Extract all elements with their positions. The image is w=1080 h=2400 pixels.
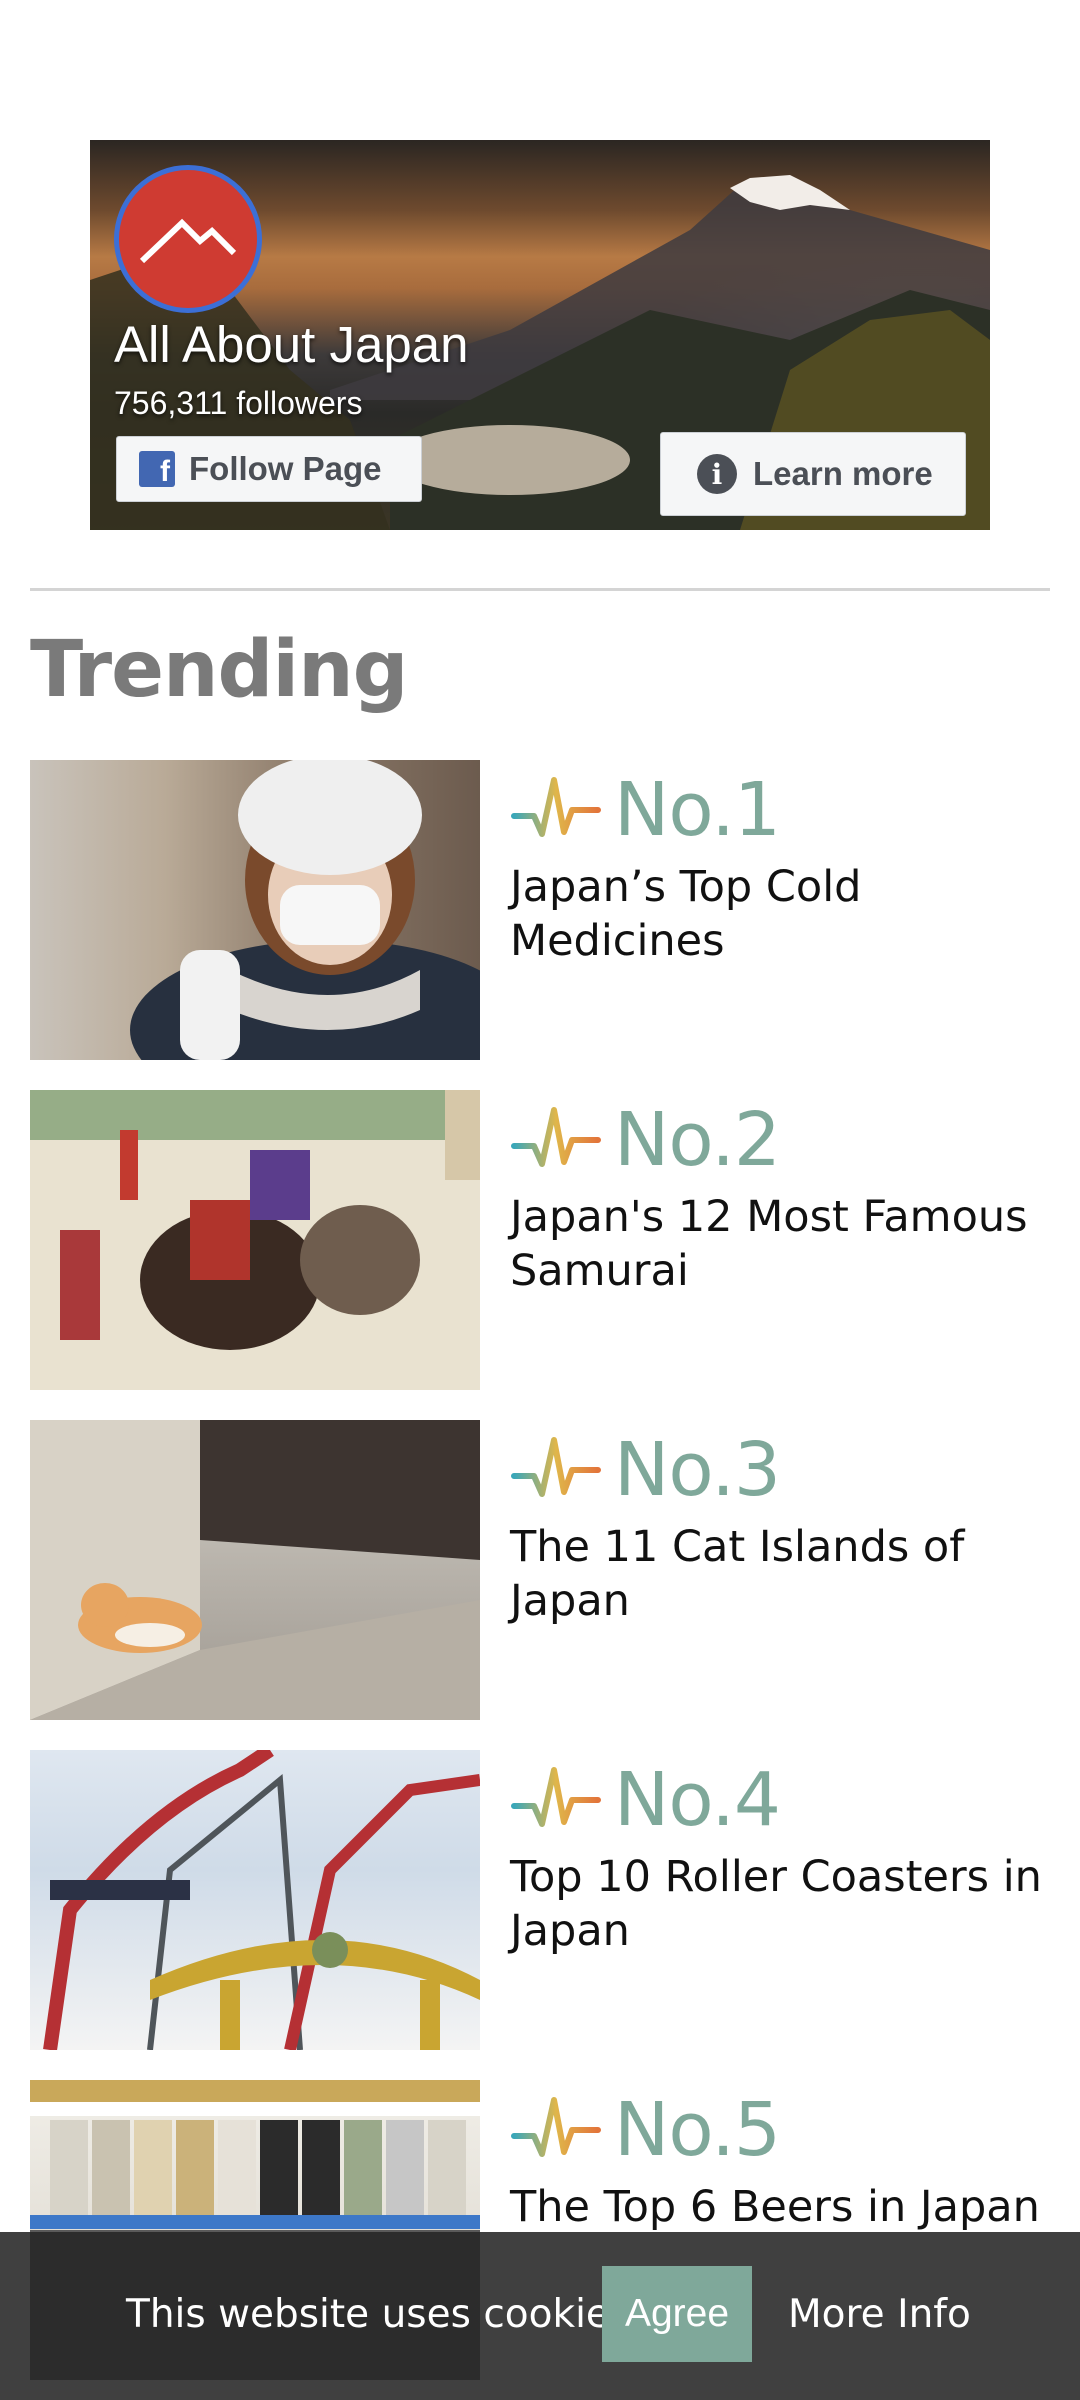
mountain-logo-icon	[139, 218, 237, 264]
facebook-f-icon: f	[139, 451, 175, 487]
trending-pulse-icon	[511, 2097, 601, 2157]
rank-badge: No.4	[510, 1752, 781, 1848]
article-title-link[interactable]: The 11 Cat Islands of Japan	[510, 1520, 1050, 1628]
trending-pulse-icon	[511, 1107, 601, 1167]
rank-badge: No.3	[510, 1422, 781, 1518]
rank-number: No.2	[614, 1097, 781, 1183]
more-info-link[interactable]: More Info	[788, 2292, 971, 2337]
follow-page-button[interactable]: f Follow Page	[116, 436, 422, 502]
trending-item[interactable]: No.3 The 11 Cat Islands of Japan	[30, 1420, 1050, 1720]
trending-pulse-icon	[511, 1437, 601, 1497]
rank-badge: No.2	[510, 1092, 781, 1188]
article-title-link[interactable]: Top 10 Roller Coasters in Japan	[510, 1850, 1050, 1958]
rank-badge: No.1	[510, 762, 781, 858]
facebook-page-widget[interactable]: All About Japan 756,311 followers f Foll…	[90, 140, 990, 530]
info-icon: i	[697, 454, 737, 494]
facebook-page-name[interactable]: All About Japan	[114, 315, 468, 374]
cookie-message: This website uses cookies.	[126, 2292, 643, 2337]
rank-number: No.1	[614, 767, 781, 853]
samurai-thumbnail[interactable]	[30, 1090, 480, 1390]
rank-number: No.3	[614, 1427, 781, 1513]
rank-number: No.4	[614, 1757, 781, 1843]
rank-badge: No.5	[510, 2082, 781, 2178]
trending-item[interactable]: No.2 Japan's 12 Most Famous Samurai	[30, 1090, 1050, 1390]
learn-more-label: Learn more	[753, 455, 933, 492]
trending-item[interactable]: No.1 Japan’s Top Cold Medicines	[30, 760, 1050, 1060]
cookie-consent-bar: This website uses cookies. Agree More In…	[0, 2232, 1080, 2400]
cat-islands-thumbnail[interactable]	[30, 1420, 480, 1720]
trending-heading: Trending	[30, 625, 408, 715]
cold-medicine-thumbnail[interactable]	[30, 760, 480, 1060]
follow-page-label: Follow Page	[189, 450, 382, 487]
article-title-link[interactable]: The Top 6 Beers in Japan	[510, 2180, 1050, 2234]
article-title-link[interactable]: Japan’s Top Cold Medicines	[510, 860, 1050, 968]
roller-coaster-thumbnail[interactable]	[30, 1750, 480, 2050]
all-about-japan-logo	[114, 165, 262, 313]
trending-item[interactable]: No.4 Top 10 Roller Coasters in Japan	[30, 1750, 1050, 2050]
trending-pulse-icon	[511, 777, 601, 837]
agree-button[interactable]: Agree	[602, 2266, 752, 2362]
rank-number: No.5	[614, 2087, 781, 2173]
trending-pulse-icon	[511, 1767, 601, 1827]
facebook-follower-count: 756,311 followers	[114, 385, 363, 421]
section-divider	[30, 588, 1050, 591]
article-title-link[interactable]: Japan's 12 Most Famous Samurai	[510, 1190, 1050, 1298]
learn-more-button[interactable]: i Learn more	[660, 432, 966, 516]
